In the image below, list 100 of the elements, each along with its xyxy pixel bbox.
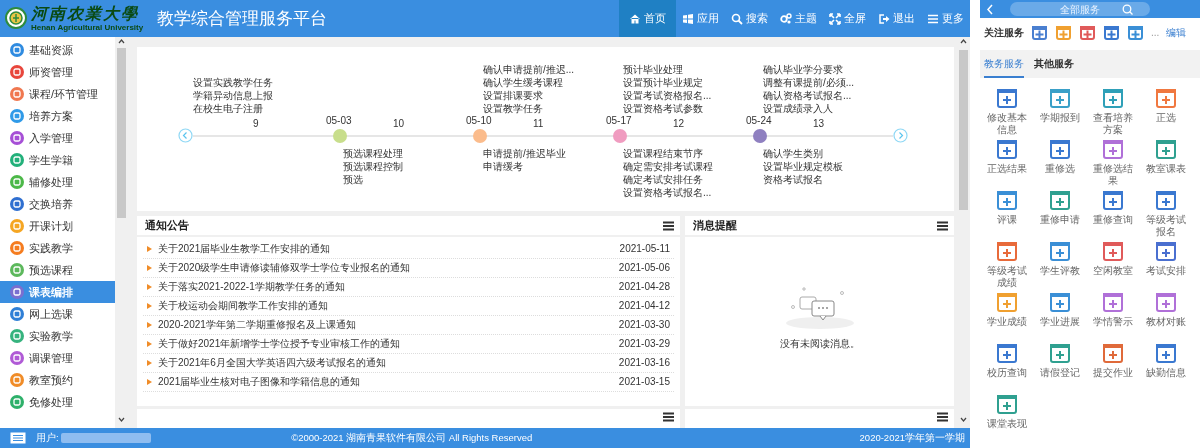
bullet-icon bbox=[147, 378, 152, 385]
nav-tab[interactable]: 首页 bbox=[619, 0, 676, 37]
timeline-task: 设置预计毕业规定 bbox=[623, 76, 704, 89]
timeline-task: 设置课程结束节序 bbox=[623, 147, 704, 160]
sidebar-item[interactable]: 教室预约 bbox=[0, 369, 115, 391]
notice-date: 2021-03-15 bbox=[618, 375, 671, 389]
nav-tab[interactable]: 全屏 bbox=[823, 0, 872, 37]
week-number: 11 bbox=[533, 118, 544, 130]
service-item[interactable]: 学期报到 bbox=[1033, 84, 1086, 135]
user-label: 用户: bbox=[36, 430, 59, 445]
nav-tab[interactable]: 退出 bbox=[872, 0, 921, 37]
list-icon[interactable] bbox=[10, 432, 26, 444]
service-item[interactable]: 正选结果 bbox=[980, 135, 1033, 186]
sidebar-item[interactable]: 培养方案 bbox=[0, 105, 115, 127]
sidebar-item[interactable]: 课程/环节管理 bbox=[0, 83, 115, 105]
service-item[interactable]: 正选 bbox=[1139, 84, 1192, 135]
sidebar-item[interactable]: 基础资源 bbox=[0, 39, 115, 61]
notice-link[interactable]: 关于2021年6月全国大学英语四六级考试报名的通知 bbox=[158, 355, 386, 370]
notice-link[interactable]: 关于2020级学生申请修读辅修双学士学位专业报名的通知 bbox=[158, 260, 411, 275]
sidebar-item[interactable]: 课表编排 bbox=[0, 281, 115, 303]
notice-link[interactable]: 关于校运动会期间教学工作安排的通知 bbox=[158, 298, 328, 313]
bullet-icon bbox=[147, 359, 152, 366]
search-field[interactable]: 全部服务 bbox=[1010, 2, 1150, 16]
notice-link[interactable]: 关于做好2021年新增学士学位授予专业审核工作的通知 bbox=[158, 336, 401, 351]
scrollbar-thumb[interactable] bbox=[117, 48, 126, 218]
edit-link[interactable]: 编辑 bbox=[1166, 24, 1187, 40]
timeline-task: 确认资格考试报名... bbox=[763, 89, 853, 102]
service-item[interactable]: 空闲教室 bbox=[1086, 237, 1139, 288]
nav-tab[interactable]: 应用 bbox=[676, 0, 725, 37]
copyright-text: ©2000-2021 湖南青果软件有限公司 All Rights Reserved bbox=[291, 430, 533, 445]
sidebar-item[interactable]: 调课管理 bbox=[0, 347, 115, 369]
school-name-english: Henan Agricultural University bbox=[31, 23, 144, 32]
service-tab[interactable]: 教务服务 bbox=[984, 50, 1024, 78]
service-item[interactable]: 课堂表现 bbox=[980, 390, 1033, 441]
service-item[interactable]: 重修查询 bbox=[1086, 186, 1139, 237]
service-item[interactable]: 考试安排 bbox=[1139, 237, 1192, 288]
menu-icon[interactable] bbox=[663, 220, 674, 231]
scrollbar-thumb[interactable] bbox=[959, 50, 968, 210]
notice-link[interactable]: 2020-2021学年第二学期重修报名及上课通知 bbox=[158, 317, 356, 332]
service-item[interactable]: 校历查询 bbox=[980, 339, 1033, 390]
bullet-icon bbox=[147, 264, 152, 271]
followed-label: 关注服务 bbox=[984, 25, 1024, 40]
service-item[interactable]: 查看培养方案 bbox=[1086, 84, 1139, 135]
notice-link[interactable]: 关于落实2021-2022-1学期教学任务的通知 bbox=[158, 279, 345, 294]
gears-icon bbox=[780, 12, 792, 25]
service-item[interactable]: 修改基本信息 bbox=[980, 84, 1033, 135]
timeline-date: 05-10 bbox=[466, 115, 492, 127]
notice-link[interactable]: 2021届毕业生核对电子图像和学籍信息的通知 bbox=[158, 374, 361, 389]
sidebar-item[interactable]: 入学管理 bbox=[0, 127, 115, 149]
notice-date: 2021-04-28 bbox=[618, 280, 671, 294]
service-item[interactable]: 教室课表 bbox=[1139, 135, 1192, 186]
service-tab[interactable]: 其他服务 bbox=[1034, 50, 1074, 78]
panel-title: 消息提醒 bbox=[693, 218, 737, 234]
menu-icon bbox=[927, 12, 939, 25]
sidebar-item[interactable]: 实践教学 bbox=[0, 237, 115, 259]
term-text: 2020-2021学年第一学期 bbox=[859, 430, 966, 445]
week-number: 10 bbox=[393, 118, 405, 130]
service-item[interactable]: 学生评教 bbox=[1033, 237, 1086, 288]
sidebar-item[interactable]: 实验教学 bbox=[0, 325, 115, 347]
menu-icon[interactable] bbox=[937, 412, 948, 422]
week-number: 13 bbox=[813, 118, 825, 130]
service-item[interactable]: 请假登记 bbox=[1033, 339, 1086, 390]
service-item[interactable]: 提交作业 bbox=[1086, 339, 1139, 390]
menu-icon[interactable] bbox=[663, 412, 674, 422]
timeline-task: 申请缓考 bbox=[483, 160, 524, 173]
service-item[interactable]: 等级考试成绩 bbox=[980, 237, 1033, 288]
service-item[interactable]: 等级考试报名 bbox=[1139, 186, 1192, 237]
service-item[interactable]: 重修申请 bbox=[1033, 186, 1086, 237]
menu-icon[interactable] bbox=[937, 220, 948, 231]
service-item[interactable]: 学业成绩 bbox=[980, 288, 1033, 339]
nav-tab[interactable]: 更多 bbox=[921, 0, 970, 37]
exit-icon bbox=[878, 12, 890, 25]
service-item[interactable]: 评课 bbox=[980, 186, 1033, 237]
nav-tab[interactable]: 主题 bbox=[774, 0, 823, 37]
sidebar-item[interactable]: 预选课程 bbox=[0, 259, 115, 281]
service-item[interactable]: 重修选结果 bbox=[1086, 135, 1139, 186]
back-icon[interactable] bbox=[986, 3, 994, 15]
sidebar-item[interactable]: 师资管理 bbox=[0, 61, 115, 83]
sidebar-item[interactable]: 交换培养 bbox=[0, 193, 115, 215]
timeline-task: 资格考试报名 bbox=[763, 173, 824, 186]
timeline-task: 预选课程控制 bbox=[343, 160, 404, 173]
sidebar-item[interactable]: 学生学籍 bbox=[0, 149, 115, 171]
sidebar-item[interactable]: 开课计划 bbox=[0, 215, 115, 237]
service-item[interactable]: 教材对账 bbox=[1139, 288, 1192, 339]
service-item[interactable]: 学情警示 bbox=[1086, 288, 1139, 339]
service-item[interactable]: 重修选 bbox=[1033, 135, 1086, 186]
timeline-task: 设置实践教学任务 bbox=[193, 76, 274, 89]
windows-icon bbox=[682, 12, 694, 25]
sidebar-item[interactable]: 网上选课 bbox=[0, 303, 115, 325]
notice-date: 2021-03-30 bbox=[618, 318, 671, 332]
sidebar-item[interactable]: 免修处理 bbox=[0, 391, 115, 413]
timeline-task: 确定需安排考试课程 bbox=[623, 160, 714, 173]
timeline-date: 05-17 bbox=[606, 115, 632, 127]
timeline-task: 确认申请提前/推迟... bbox=[483, 63, 576, 76]
sidebar-item[interactable]: 辅修处理 bbox=[0, 171, 115, 193]
notice-link[interactable]: 关于2021届毕业生教学工作安排的通知 bbox=[158, 241, 331, 256]
service-item[interactable]: 学业进展 bbox=[1033, 288, 1086, 339]
timeline-task: 设置资格考试参数 bbox=[623, 102, 704, 115]
service-item[interactable]: 缺勤信息 bbox=[1139, 339, 1192, 390]
nav-tab[interactable]: 搜索 bbox=[725, 0, 774, 37]
